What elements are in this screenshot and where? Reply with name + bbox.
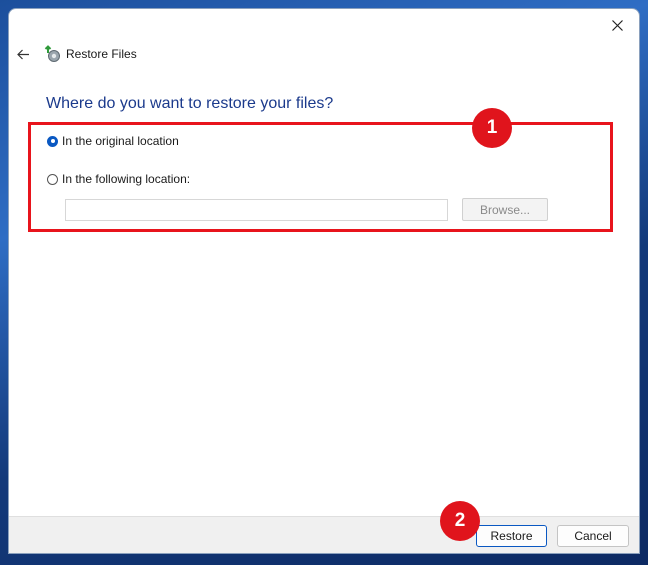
annotation-badge-2: 2 xyxy=(440,501,480,541)
close-icon xyxy=(611,19,623,31)
restore-button[interactable]: Restore xyxy=(476,525,547,547)
page-heading: Where do you want to restore your files? xyxy=(46,95,334,112)
restore-files-icon xyxy=(44,45,60,62)
window-title: Restore Files xyxy=(66,47,137,61)
annotation-badge-1: 1 xyxy=(472,108,512,148)
restore-files-window: Restore Files Where do you want to resto… xyxy=(8,8,640,554)
cancel-button[interactable]: Cancel xyxy=(557,525,629,547)
annotation-highlight-box xyxy=(28,122,613,232)
dialog-footer: Restore Cancel xyxy=(9,516,639,553)
back-button[interactable] xyxy=(13,45,33,63)
back-arrow-icon xyxy=(16,49,29,59)
close-button[interactable] xyxy=(603,13,631,37)
